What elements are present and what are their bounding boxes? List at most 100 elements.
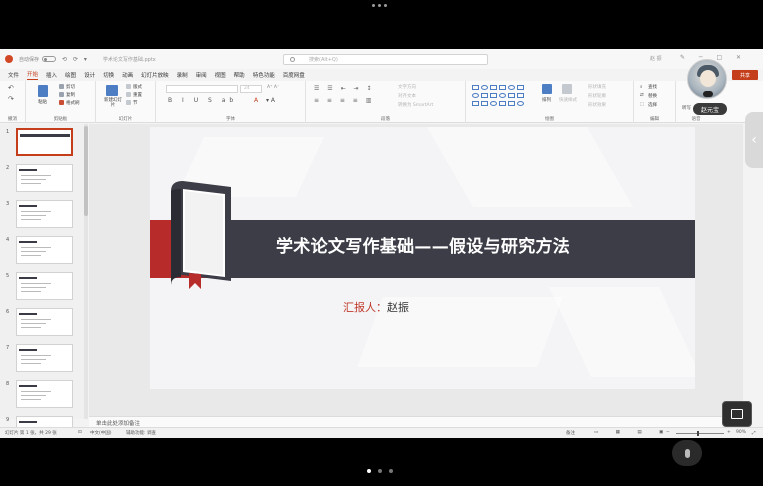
smartart-label[interactable]: 转换为 SmartArt xyxy=(398,102,433,108)
undo-icon[interactable]: ↶ xyxy=(8,84,14,92)
notes-toggle[interactable]: 备注 xyxy=(566,430,575,436)
font-family-select[interactable] xyxy=(166,85,238,93)
font-grow-icon[interactable]: A⁺ A⁻ xyxy=(267,85,279,90)
tab-11[interactable]: 帮助 xyxy=(234,71,245,79)
shape-icon[interactable] xyxy=(490,85,497,90)
slide-thumbnail[interactable] xyxy=(16,128,73,156)
shapes-gallery[interactable] xyxy=(472,85,528,111)
replace-label[interactable]: 替换 xyxy=(648,93,657,99)
slide-thumbnail[interactable] xyxy=(16,164,73,192)
quick-styles-label[interactable]: 快速样式 xyxy=(559,97,577,103)
tab-2[interactable]: 插入 xyxy=(46,71,57,79)
tab-10[interactable]: 视图 xyxy=(215,71,226,79)
slide-thumbnail[interactable] xyxy=(16,272,73,300)
view-buttons-icon[interactable]: ▭ ▦ ▤ ▣ xyxy=(594,430,671,435)
tab-6[interactable]: 动画 xyxy=(122,71,133,79)
shape-icon[interactable] xyxy=(499,101,506,106)
copy-icon[interactable] xyxy=(59,92,64,97)
zoom-slider[interactable] xyxy=(676,433,724,434)
shape-icon[interactable] xyxy=(499,93,506,98)
shape-icon[interactable] xyxy=(472,101,479,106)
shape-effects-label[interactable]: 形状效果 xyxy=(588,102,606,108)
shape-icon[interactable] xyxy=(472,93,479,98)
tab-9[interactable]: 审阅 xyxy=(196,71,207,79)
shape-icon[interactable] xyxy=(508,101,515,106)
presenter-line[interactable]: 汇报人：赵振 xyxy=(343,299,409,315)
language-indicator[interactable]: 中文(中国) xyxy=(90,430,112,436)
accessibility-indicator[interactable]: 辅助功能: 调查 xyxy=(126,430,156,436)
find-label[interactable]: 查找 xyxy=(648,84,657,90)
font-format-icons[interactable]: B I U S ab xyxy=(168,97,237,104)
shape-icon[interactable] xyxy=(472,85,479,90)
reset-icon[interactable] xyxy=(126,92,131,97)
page-indicator[interactable] xyxy=(367,469,393,473)
shape-icon[interactable] xyxy=(517,85,524,90)
tab-12[interactable]: 特色功能 xyxy=(253,71,275,79)
shape-fill-label[interactable]: 形状填充 xyxy=(588,84,606,90)
section-icon[interactable] xyxy=(126,100,131,105)
tab-0[interactable]: 文件 xyxy=(8,71,19,79)
copy-label[interactable]: 复制 xyxy=(66,92,75,98)
highlight-icon[interactable]: ▾ A xyxy=(266,97,275,104)
layout-icon[interactable] xyxy=(126,84,131,89)
zoom-level[interactable]: 90% xyxy=(736,430,746,435)
tab-8[interactable]: 录制 xyxy=(177,71,188,79)
slide-thumbnail[interactable] xyxy=(16,308,73,336)
replace-icon[interactable]: ⇄ xyxy=(640,93,644,98)
thumbnail-scrollbar[interactable] xyxy=(84,124,88,419)
align-icons[interactable]: ≡ ≡ ≡ ≡ ▥ xyxy=(314,97,374,104)
spellcheck-icon[interactable]: ⊡ xyxy=(78,430,82,435)
shape-icon[interactable] xyxy=(517,93,524,98)
find-icon[interactable]: ⌕ xyxy=(640,84,643,90)
new-slide-label[interactable]: 新建幻灯片 xyxy=(102,98,124,108)
user-name[interactable]: 赵 振 xyxy=(650,55,662,62)
tab-3[interactable]: 绘图 xyxy=(65,71,76,79)
shape-icon[interactable] xyxy=(499,85,506,90)
slide-thumbnail[interactable] xyxy=(16,380,73,408)
text-direction-label[interactable]: 文字方向 xyxy=(398,84,416,90)
slide-title[interactable]: 学术论文写作基础——假设与研究方法 xyxy=(276,232,676,257)
shape-icon[interactable] xyxy=(508,93,515,98)
shape-icon[interactable] xyxy=(517,101,524,106)
participant-avatar[interactable] xyxy=(687,59,727,99)
shape-icon[interactable] xyxy=(481,93,488,98)
shape-icon[interactable] xyxy=(508,85,515,90)
arrange-icon[interactable] xyxy=(542,84,552,94)
zoom-out-icon[interactable]: − xyxy=(666,430,670,435)
zoom-in-icon[interactable]: + xyxy=(727,430,731,435)
slide-thumbnail[interactable] xyxy=(16,200,73,228)
dictate-label[interactable]: 听写 xyxy=(682,105,691,111)
select-label[interactable]: 选择 xyxy=(648,102,657,108)
microphone-button[interactable] xyxy=(672,440,702,466)
select-icon[interactable]: ⬚ xyxy=(640,102,644,107)
format-painter-label[interactable]: 格式刷 xyxy=(66,100,80,106)
paste-icon[interactable] xyxy=(38,85,48,97)
align-text-label[interactable]: 对齐文本 xyxy=(398,93,416,99)
shape-icon[interactable] xyxy=(490,101,497,106)
slide-thumbnail[interactable] xyxy=(16,344,73,372)
autosave-toggle[interactable] xyxy=(42,56,57,62)
quick-styles-icon[interactable] xyxy=(562,84,572,94)
arrange-label[interactable]: 排列 xyxy=(542,97,551,103)
side-panel-toggle[interactable]: ‹ xyxy=(745,112,763,168)
reset-label[interactable]: 重置 xyxy=(133,92,142,98)
paste-label[interactable]: 粘贴 xyxy=(38,99,47,105)
layout-label[interactable]: 版式 xyxy=(133,84,142,90)
fit-slide-icon[interactable]: ⤢ xyxy=(752,430,756,436)
font-color-icon[interactable]: A xyxy=(254,97,258,104)
shape-icon[interactable] xyxy=(481,85,488,90)
font-size-select[interactable]: 24 xyxy=(240,85,262,93)
shape-icon[interactable] xyxy=(490,93,497,98)
tab-1[interactable]: 开始 xyxy=(27,70,39,80)
slide-thumbnail[interactable] xyxy=(16,236,73,264)
format-painter-icon[interactable] xyxy=(59,100,64,105)
cut-label[interactable]: 剪切 xyxy=(66,84,75,90)
zoom-slider-thumb[interactable] xyxy=(697,431,699,436)
list-icons[interactable]: ☰ ☰ ⇤ ⇥ ↕ xyxy=(314,85,374,92)
screen-share-button[interactable] xyxy=(722,401,752,427)
slide-1[interactable]: 学术论文写作基础——假设与研究方法 汇报人：赵振 xyxy=(150,127,695,389)
tab-7[interactable]: 幻灯片放映 xyxy=(141,71,169,79)
quick-access-icons[interactable]: ⟲ ⟳ ▾ xyxy=(62,56,89,63)
cut-icon[interactable] xyxy=(59,84,64,89)
more-dots-icon[interactable] xyxy=(372,4,387,7)
